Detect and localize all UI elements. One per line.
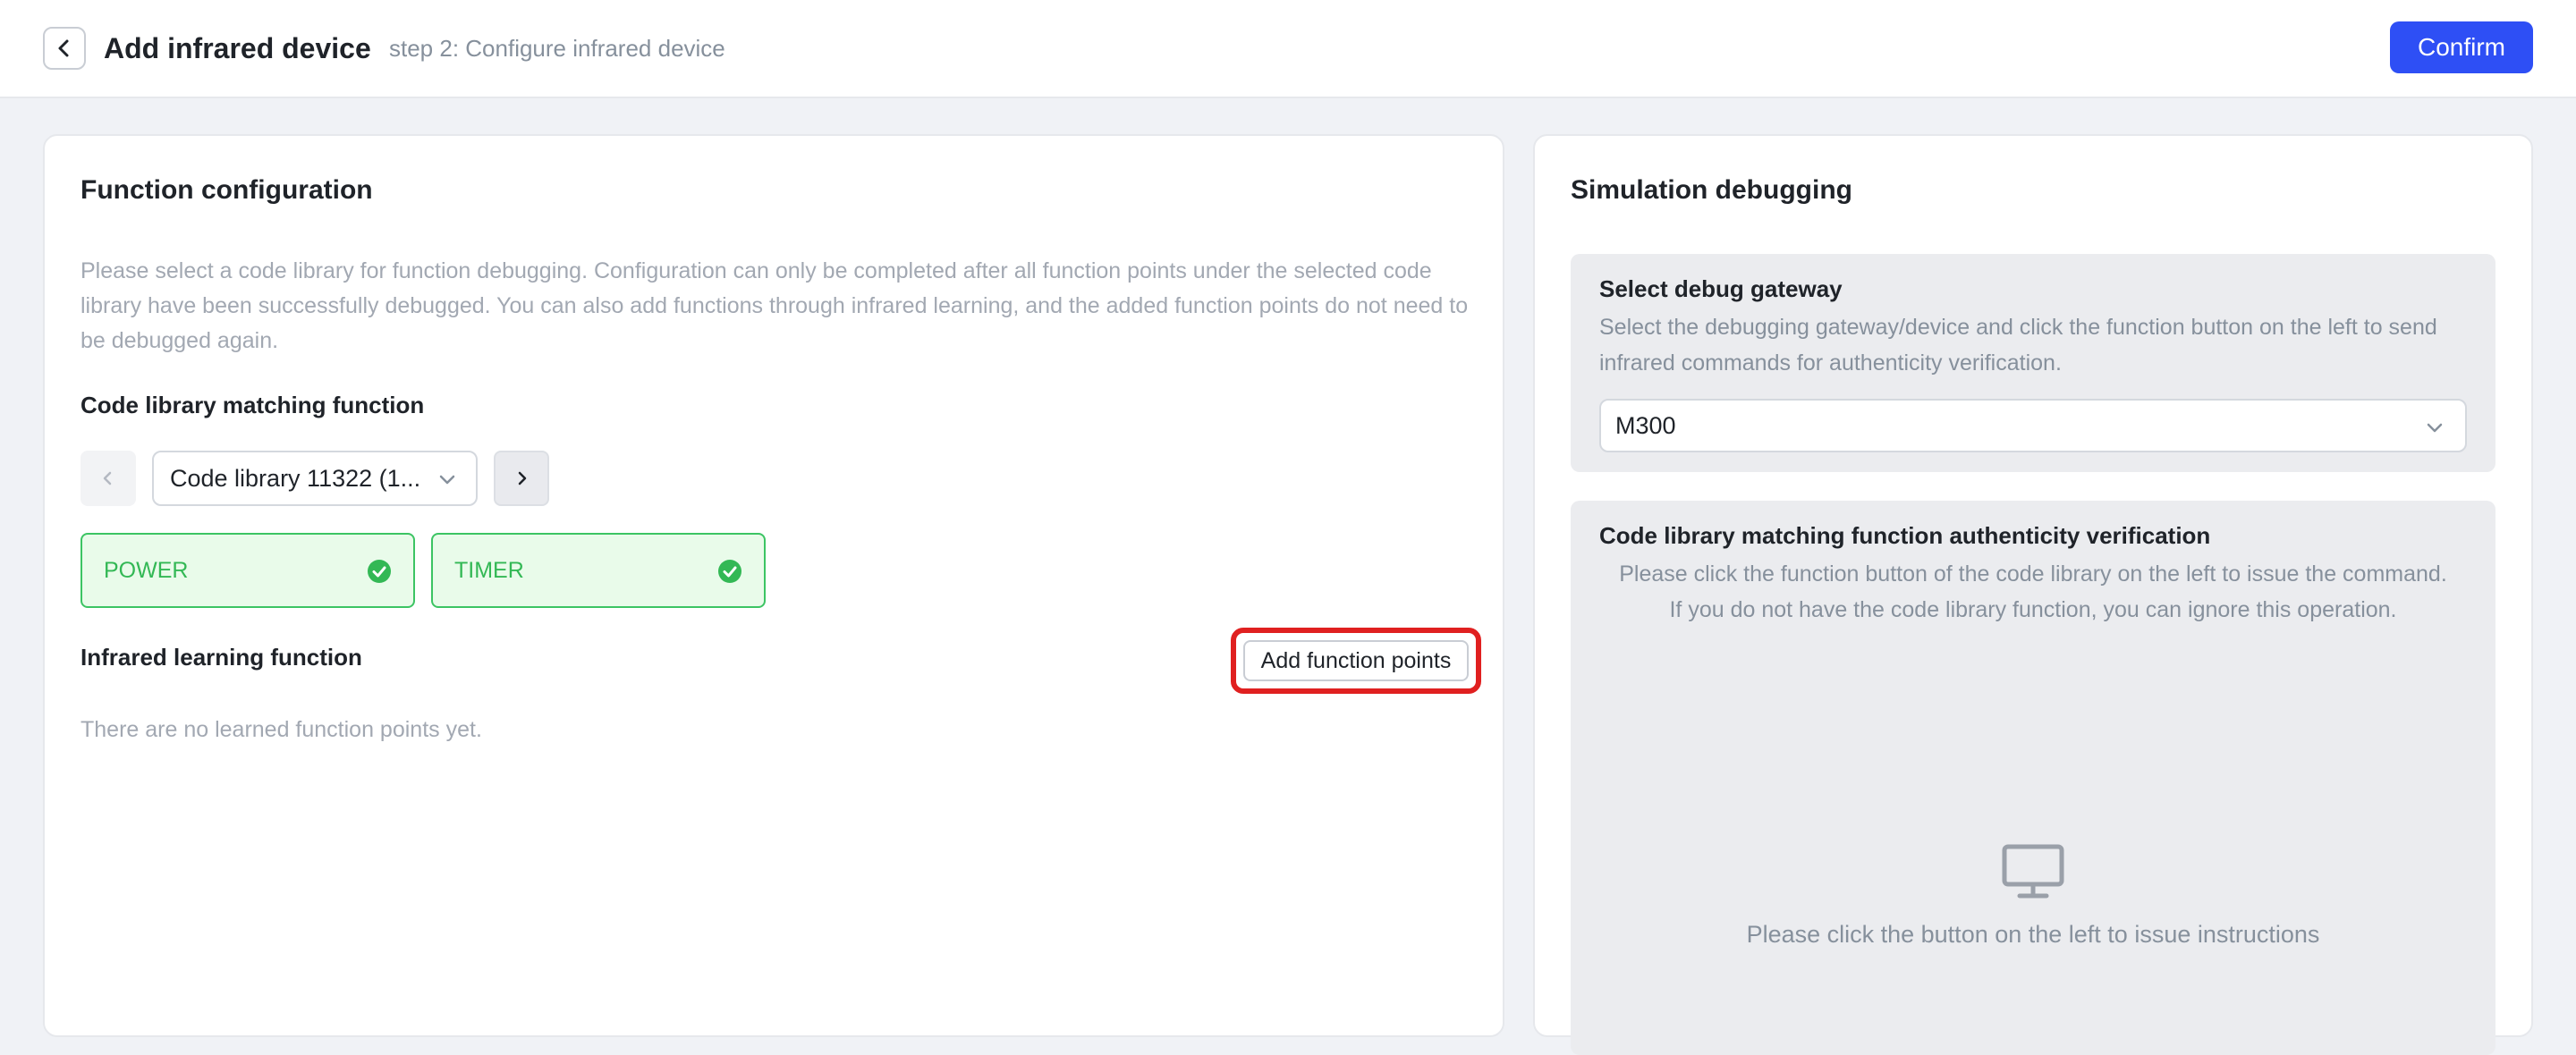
- confirm-button[interactable]: Confirm: [2390, 21, 2533, 73]
- debug-gateway-description: Select the debugging gateway/device and …: [1599, 315, 2437, 376]
- debug-gateway-section: Select debug gateway Select the debuggin…: [1571, 254, 2496, 472]
- function-chip-label: TIMER: [454, 558, 524, 583]
- page-subtitle: step 2: Configure infrared device: [389, 35, 725, 62]
- chevron-left-icon: [103, 471, 112, 485]
- add-function-points-button[interactable]: Add function points: [1243, 640, 1469, 681]
- page-title: Add infrared device: [104, 32, 371, 64]
- highlight-frame: Add function points: [1231, 628, 1481, 694]
- back-button[interactable]: [43, 27, 86, 70]
- code-library-select[interactable]: Code library 11322 (1...: [152, 451, 478, 506]
- function-configuration-description: Please select a code library for functio…: [80, 258, 1469, 353]
- page-header: Add infrared device step 2: Configure in…: [0, 0, 2576, 98]
- chevron-down-icon: [2427, 423, 2443, 433]
- simulation-debugging-panel: Simulation debugging Select debug gatewa…: [1533, 134, 2533, 1055]
- simulation-debugging-title: Simulation debugging: [1571, 175, 1852, 205]
- next-library-button[interactable]: [494, 451, 549, 506]
- empty-learned-text: There are no learned function points yet…: [80, 717, 482, 742]
- function-chip-label: POWER: [104, 558, 189, 583]
- function-configuration-panel: Function configuration Please select a c…: [43, 134, 1504, 1037]
- check-circle-icon: [368, 560, 391, 583]
- verification-title: Code library matching function authentic…: [1599, 522, 2211, 549]
- chevron-left-icon: [58, 39, 69, 57]
- function-chip-timer[interactable]: TIMER: [431, 533, 766, 608]
- verification-description: Please click the function button of the …: [1571, 556, 2496, 628]
- infrared-learning-label: Infrared learning function: [80, 644, 362, 671]
- debug-gateway-title: Select debug gateway: [1599, 275, 1843, 302]
- monitor-icon: [2002, 844, 2064, 899]
- verification-empty-text: Please click the button on the left to i…: [1746, 921, 2320, 948]
- chevron-down-icon: [439, 475, 455, 485]
- verification-line-1: Please click the function button of the …: [1619, 561, 2447, 587]
- authenticity-verification-section: Code library matching function authentic…: [1571, 501, 2496, 1055]
- debug-gateway-select-value: M300: [1615, 411, 1676, 439]
- code-library-select-value: Code library 11322 (1...: [170, 464, 421, 492]
- function-configuration-title: Function configuration: [80, 175, 373, 205]
- chevron-right-icon: [518, 471, 527, 485]
- prev-library-button[interactable]: [80, 451, 136, 506]
- code-library-label: Code library matching function: [80, 392, 425, 418]
- function-chip-power[interactable]: POWER: [80, 533, 415, 608]
- check-circle-icon: [718, 560, 741, 583]
- verification-line-2: If you do not have the code library func…: [1669, 597, 2397, 622]
- debug-gateway-select[interactable]: M300: [1599, 399, 2467, 452]
